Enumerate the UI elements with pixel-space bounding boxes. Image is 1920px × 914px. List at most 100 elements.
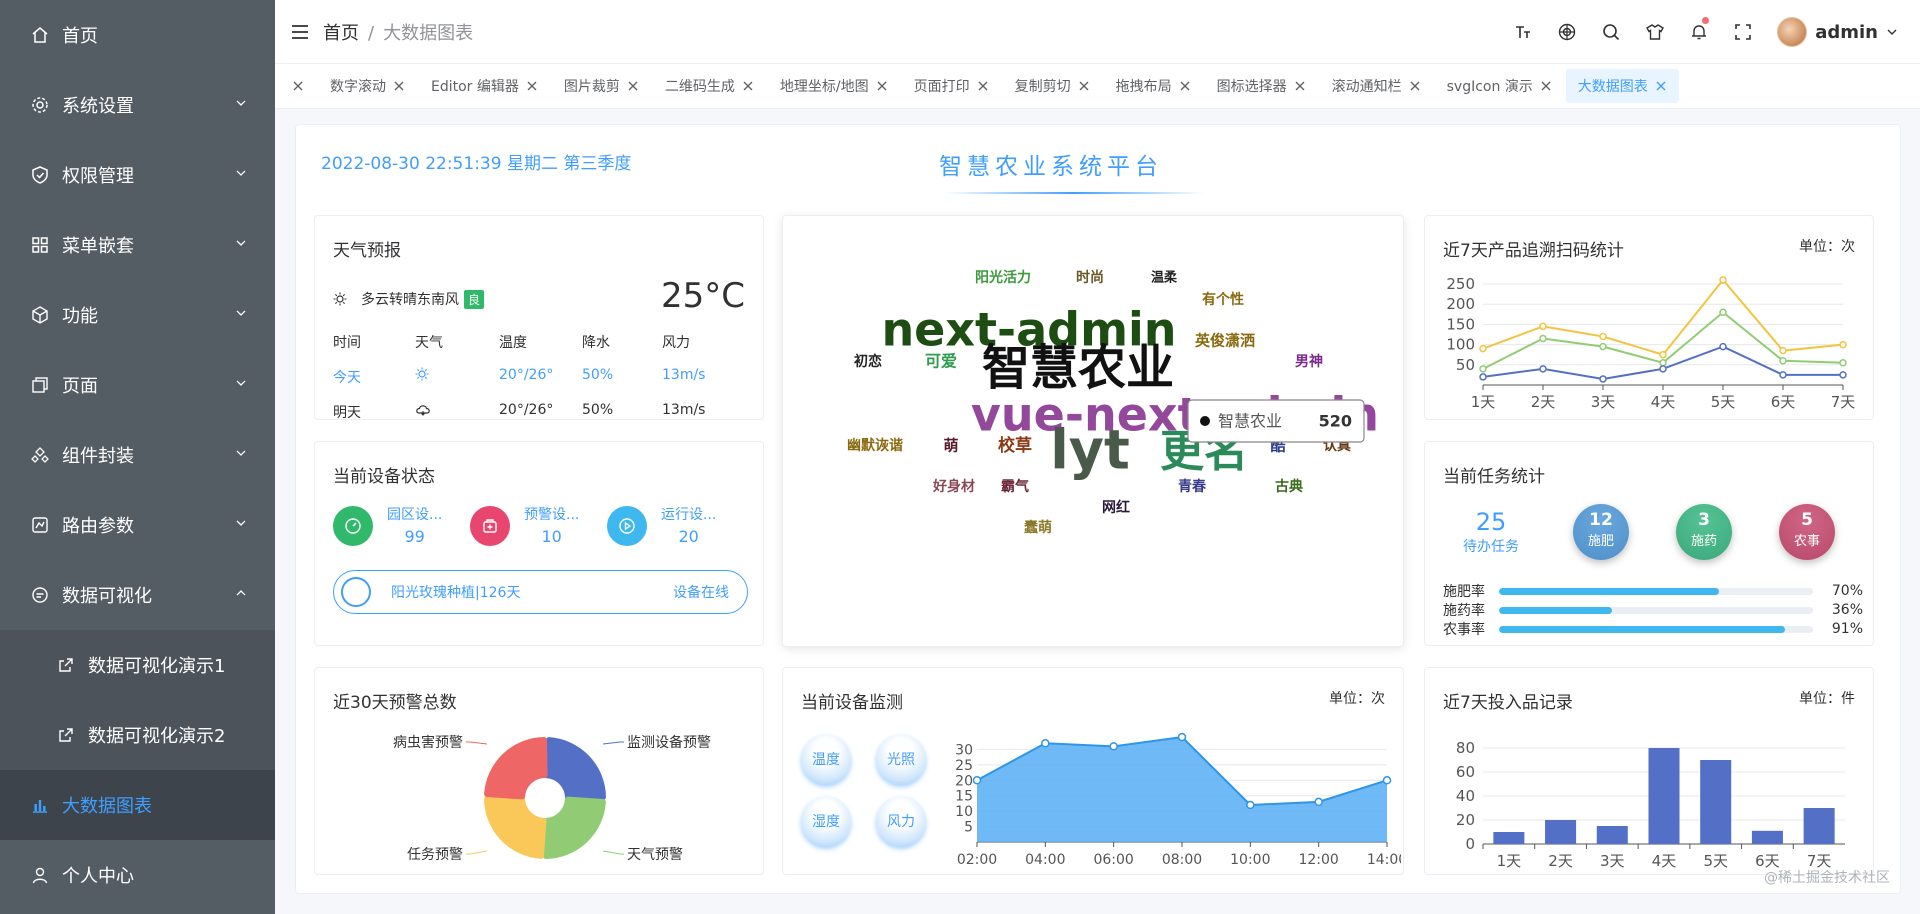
tab-label: 地理坐标/地图 [779, 79, 869, 95]
page-title: 智慧农业系统平台 [939, 154, 1163, 180]
close-icon[interactable] [292, 80, 304, 92]
close-icon[interactable] [1655, 80, 1667, 92]
device-stat-park[interactable]: 园区设... 99 [333, 504, 442, 548]
sidebar-item-data-vis-demo-2[interactable]: 数据可视化演示2 [0, 700, 275, 770]
breadcrumb-home[interactable]: 首页 [323, 23, 359, 44]
x-tick-label: 2天 [1531, 393, 1556, 411]
tab-4[interactable]: 二维码生成 [653, 69, 766, 103]
close-icon[interactable] [876, 80, 888, 92]
monitor-btn-temperature[interactable]: 温度 [801, 734, 851, 784]
area-fill [977, 737, 1387, 842]
sidebar-item-data-visualization[interactable]: 数据可视化 [0, 560, 275, 630]
word-cloud-word: 阳光活力 [975, 269, 1031, 286]
sidebar-item-home[interactable]: 首页 [0, 0, 275, 70]
close-icon-stroke [1295, 81, 1305, 91]
tab-1[interactable]: 数字滚动 [318, 69, 417, 103]
monitor-area-chart: 51015202530 02:00 04:00 06:00 08:00 10:00 12:0… [955, 732, 1401, 868]
sidebar-item-label: 菜单嵌套 [62, 236, 134, 257]
tab-8[interactable]: 拖拽布局 [1104, 69, 1203, 103]
monitor-btn-wind[interactable]: 风力 [876, 796, 926, 846]
sidebar-item-label: 页面 [62, 376, 98, 397]
close-icon[interactable] [1540, 80, 1552, 92]
sidebar-item-components[interactable]: 组件封装 [0, 420, 275, 490]
bubble-value: 3 [1698, 510, 1710, 530]
bar [1596, 826, 1628, 844]
tab-6[interactable]: 页面打印 [902, 69, 1001, 103]
sidebar-item-permissions[interactable]: 权限管理 [0, 140, 275, 210]
device-stat-running[interactable]: 运行设... 20 [607, 504, 716, 548]
sidebar-item-big-data-charts[interactable]: 大数据图表 [0, 770, 275, 840]
theme-icon[interactable] [1633, 0, 1677, 64]
x-tick-label: 08:00 [1162, 852, 1202, 868]
close-icon[interactable] [393, 80, 405, 92]
tab-2[interactable]: Editor 编辑器 [419, 69, 550, 103]
search-icon[interactable] [1589, 0, 1633, 64]
chevron-up-icon [236, 590, 246, 596]
bar-chart-icon [30, 795, 50, 815]
device-stat-warning[interactable]: 预警设... 10 [470, 504, 579, 548]
close-icon[interactable] [526, 80, 538, 92]
username[interactable]: admin [1815, 22, 1878, 43]
weather-row-tomorrow: 明天 20°/26° 50% 13m/s [333, 402, 743, 420]
ring-icon [341, 577, 371, 607]
bubble-label: 施肥 [1587, 534, 1614, 549]
pie-label-line [466, 741, 488, 745]
close-icon[interactable] [1294, 80, 1306, 92]
tab-3[interactable]: 图片裁剪 [552, 69, 651, 103]
chevron-down-icon[interactable] [1886, 26, 1898, 38]
device-stat-label: 园区设... [387, 507, 443, 523]
close-icon[interactable] [1179, 80, 1191, 92]
breadcrumb-current: 大数据图表 [383, 22, 474, 44]
y-tick-label: 40 [1456, 787, 1475, 805]
bell-icon[interactable] [1677, 0, 1721, 64]
bar [1803, 808, 1835, 844]
menu-toggle-icon[interactable] [289, 21, 311, 43]
tab-5[interactable]: 地理坐标/地图 [768, 69, 900, 103]
close-icon[interactable] [977, 80, 989, 92]
sidebar-item-system-settings[interactable]: 系统设置 [0, 70, 275, 140]
sidebar-item-menu-nesting[interactable]: 菜单嵌套 [0, 210, 275, 280]
word-cloud-word: lyt [1050, 419, 1130, 482]
close-icon[interactable] [1409, 80, 1421, 92]
x-tick-label: 06:00 [1093, 852, 1133, 868]
tab-11[interactable]: svgIcon 演示 [1435, 69, 1564, 103]
sidebar-item-features[interactable]: 功能 [0, 280, 275, 350]
sidebar-item-data-vis-demo-1[interactable]: 数据可视化演示1 [0, 630, 275, 700]
x-tick-label: 3天 [1600, 852, 1625, 870]
tab-10[interactable]: 滚动通知栏 [1320, 69, 1433, 103]
tab-0[interactable] [285, 69, 316, 103]
word-cloud-word: 可爱 [925, 352, 957, 371]
task-bubble-fertilize[interactable]: 12 施肥 [1573, 504, 1629, 560]
tab-12[interactable]: 大数据图表 [1565, 69, 1679, 103]
fullscreen-icon[interactable] [1721, 0, 1765, 64]
monitor-btn-humidity[interactable]: 湿度 [801, 796, 851, 846]
close-icon[interactable] [627, 80, 639, 92]
sidebar-item-pages[interactable]: 页面 [0, 350, 275, 420]
avatar[interactable] [1777, 17, 1808, 47]
area-point [972, 776, 982, 785]
tab-7[interactable]: 复制剪切 [1003, 69, 1102, 103]
task-bubble-farming[interactable]: 5 农事 [1779, 504, 1835, 560]
title-underline [944, 192, 1204, 194]
monitor-btn-light[interactable]: 光照 [876, 734, 926, 784]
row-temp: 20°/26° [499, 402, 554, 418]
pie-label: 监测设备预警 [627, 734, 711, 751]
device-online-status: 设备在线 [673, 585, 729, 601]
sidebar-item-profile[interactable]: 个人中心 [0, 840, 275, 910]
x-tick-label: 14:00 [1367, 852, 1401, 868]
crop-status-banner[interactable]: 阳光玫瑰种植|126天 设备在线 [333, 570, 748, 614]
tab-9[interactable]: 图标选择器 [1205, 69, 1318, 103]
font-size-icon[interactable] [1501, 0, 1545, 64]
gauge-icon [333, 506, 373, 546]
tab-label: 拖拽布局 [1115, 79, 1172, 95]
alarm-pie-chart: 监测设备预警天气预警 任务预警 病虫害预警 [393, 734, 711, 863]
cloud-icon [415, 402, 499, 419]
sidebar-item-route-params[interactable]: 路由参数 [0, 490, 275, 560]
row-time: 明天 [333, 405, 361, 420]
home-icon [30, 25, 50, 45]
word-cloud-word: 好身材 [932, 478, 975, 495]
task-bubble-pesticide[interactable]: 3 施药 [1676, 504, 1732, 560]
close-icon[interactable] [1078, 80, 1090, 92]
close-icon[interactable] [742, 80, 754, 92]
locale-icon[interactable] [1545, 0, 1589, 64]
